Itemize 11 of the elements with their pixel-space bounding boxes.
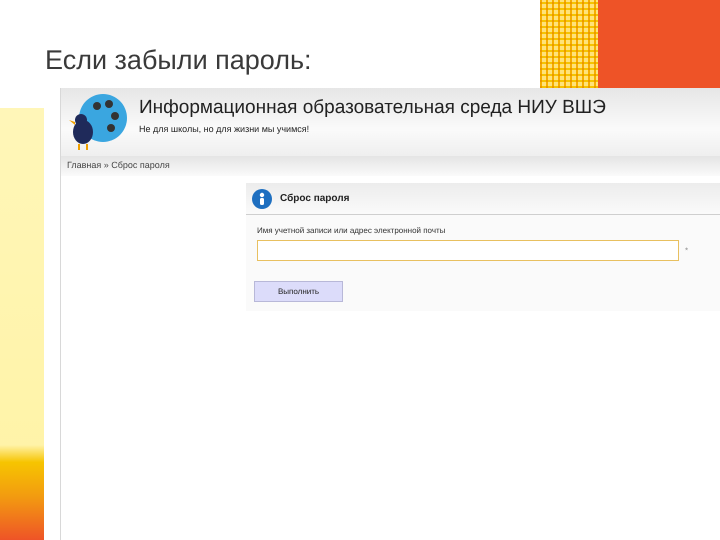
required-mark: * [685,244,688,256]
slide-title: Если забыли пароль: [45,44,312,77]
panel-title: Сброс пароля [280,192,350,206]
site-slogan: Не для школы, но для жизни мы учимся! [139,122,310,136]
info-icon [252,188,272,208]
field-label: Имя учетной записи или адрес электронной почты [257,225,446,237]
username-input-field[interactable] [257,240,679,261]
breadcrumb: Главная » Сброс пароля [67,159,170,172]
submit-button[interactable]: Выполнить [254,281,343,302]
site-title: Информационная образовательная среда НИУ ВШЭ [139,96,606,120]
bird-globe-logo-icon [67,92,129,152]
